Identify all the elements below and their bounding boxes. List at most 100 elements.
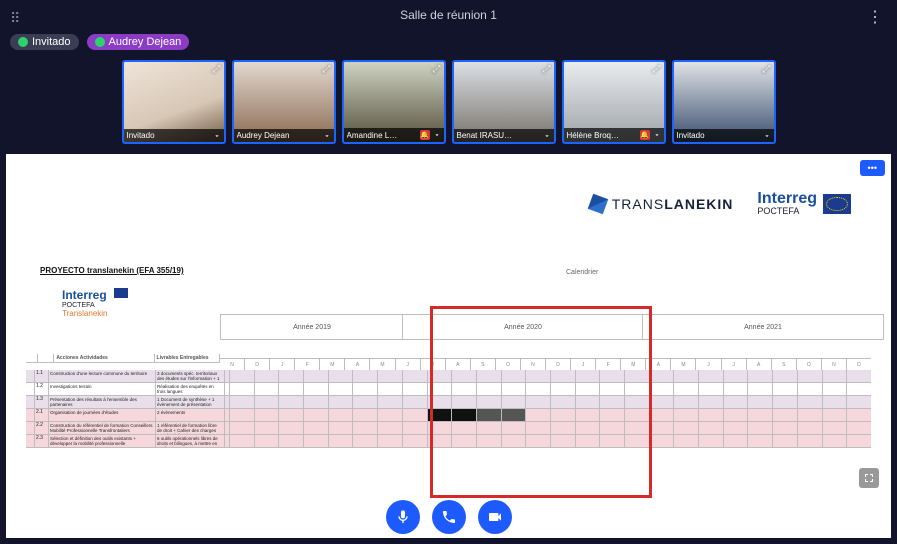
participant-strip: ⤢ Invitado ⤢Audrey Dejean⤢Amandine L…🔔⤢Ben… bbox=[0, 54, 897, 154]
axis-label bbox=[26, 409, 35, 421]
gantt-cell bbox=[451, 370, 476, 382]
gantt-cell bbox=[599, 435, 624, 447]
gantt-cell bbox=[599, 396, 624, 408]
chevron-down-icon[interactable] bbox=[763, 132, 771, 140]
gantt-cell bbox=[624, 383, 649, 395]
chevron-down-icon[interactable] bbox=[653, 131, 661, 139]
gantt-cell bbox=[303, 383, 328, 395]
row-activity: Construction du référentiel de formation… bbox=[49, 422, 156, 434]
gantt-cell bbox=[698, 370, 723, 382]
year-header: Année 2021 bbox=[642, 314, 884, 340]
gantt-cell bbox=[723, 396, 748, 408]
participant-name: Invitado bbox=[127, 131, 210, 140]
gantt-cell bbox=[747, 370, 772, 382]
gantt-cell bbox=[846, 422, 871, 434]
chevron-down-icon[interactable] bbox=[543, 132, 551, 140]
participant-tile[interactable]: ⤢ Invitado bbox=[122, 60, 226, 144]
gantt-cell bbox=[723, 409, 748, 421]
gantt-cell bbox=[501, 370, 526, 382]
row-number: 1.2 bbox=[35, 383, 49, 395]
row-number: 2.3 bbox=[35, 435, 49, 447]
participant-tile[interactable]: ⤢Benat IRASU… bbox=[452, 60, 556, 144]
tile-bar: Invitado bbox=[674, 129, 774, 142]
expand-tile-icon[interactable]: ⤢ bbox=[543, 64, 551, 75]
mute-button[interactable] bbox=[386, 500, 420, 534]
more-options-icon[interactable]: ⋮ bbox=[867, 7, 883, 27]
participant-tile[interactable]: ⤢Audrey Dejean bbox=[232, 60, 336, 144]
gantt-cell bbox=[328, 422, 353, 434]
gantt-cell bbox=[846, 435, 871, 447]
gantt-cell bbox=[822, 435, 847, 447]
gantt-rows: 1.1Construction d'une lecture commune du… bbox=[26, 370, 871, 448]
video-conference-app: ⠿ Salle de réunion 1 ⋮ Invitado Audrey D… bbox=[0, 0, 897, 544]
gantt-cell bbox=[772, 422, 797, 434]
gantt-cell bbox=[846, 370, 871, 382]
gantt-cell bbox=[599, 409, 624, 421]
gantt-cell bbox=[525, 422, 550, 434]
row-number: 2.1 bbox=[35, 409, 49, 421]
gantt-cell bbox=[427, 422, 452, 434]
gantt-row: 1.3Présentation des résultats à l'ensemb… bbox=[26, 396, 871, 409]
brand-text-a: TRANS bbox=[612, 196, 664, 212]
gantt-cell bbox=[772, 435, 797, 447]
drag-handle-icon[interactable]: ⠿ bbox=[10, 10, 20, 27]
gantt-cell bbox=[377, 435, 402, 447]
mic-active-icon bbox=[18, 37, 28, 47]
host-chip[interactable]: Audrey Dejean bbox=[87, 34, 190, 50]
gantt-cell bbox=[402, 435, 427, 447]
gantt-cell bbox=[476, 409, 501, 421]
expand-tile-icon[interactable]: ⤢ bbox=[323, 64, 331, 75]
mini-l1: Interreg bbox=[62, 288, 108, 302]
gantt-cell bbox=[451, 409, 476, 421]
expand-icon bbox=[863, 472, 875, 484]
video-button[interactable] bbox=[478, 500, 512, 534]
expand-tile-icon[interactable]: ⤢ bbox=[763, 64, 771, 75]
gantt-cell bbox=[501, 435, 526, 447]
gantt-cell bbox=[254, 370, 279, 382]
interreg-text: Interreg bbox=[757, 192, 817, 206]
row-deliverable: 3 documents spéc. territoriaux des étude… bbox=[156, 370, 225, 382]
gantt-cell bbox=[723, 422, 748, 434]
gantt-row: 2.3Sélection et définition des outils ex… bbox=[26, 435, 871, 448]
chip-label: Invitado bbox=[32, 36, 71, 48]
expand-tile-icon[interactable]: ⤢ bbox=[433, 64, 441, 75]
gantt-row: 1.1Construction d'une lecture commune du… bbox=[26, 370, 871, 383]
chevron-down-icon[interactable] bbox=[213, 132, 221, 140]
expand-tile-icon[interactable]: ⤢ bbox=[653, 64, 661, 75]
gantt-cell bbox=[229, 435, 254, 447]
participant-tile[interactable]: ⤢ Invitado bbox=[672, 60, 776, 144]
chevron-down-icon[interactable] bbox=[433, 131, 441, 139]
gantt-cell bbox=[649, 370, 674, 382]
gantt-cell bbox=[377, 370, 402, 382]
hangup-button[interactable] bbox=[432, 500, 466, 534]
chip-label: Audrey Dejean bbox=[109, 36, 182, 48]
gantt-cell bbox=[451, 396, 476, 408]
gantt-cell bbox=[723, 435, 748, 447]
expand-share-button[interactable] bbox=[859, 468, 879, 488]
gantt-cell bbox=[575, 383, 600, 395]
gantt-cell bbox=[797, 435, 822, 447]
gantt-cell bbox=[747, 422, 772, 434]
gantt-cell bbox=[772, 396, 797, 408]
gantt-cell bbox=[328, 383, 353, 395]
gantt-cell bbox=[747, 396, 772, 408]
gantt-cell bbox=[278, 370, 303, 382]
gantt-cell bbox=[303, 396, 328, 408]
gantt-cell bbox=[229, 370, 254, 382]
participant-tile[interactable]: ⤢Hélène Broq…🔔 bbox=[562, 60, 666, 144]
gantt-cell bbox=[402, 370, 427, 382]
expand-tile-icon[interactable]: ⤢ bbox=[213, 64, 221, 75]
gantt-cell bbox=[550, 435, 575, 447]
gantt-chart: Année 2019 Année 2020 Année 2021 NDJFMAM… bbox=[26, 314, 871, 530]
participant-tile[interactable]: ⤢Amandine L…🔔 bbox=[342, 60, 446, 144]
gantt-cell bbox=[550, 370, 575, 382]
guest-chip[interactable]: Invitado bbox=[10, 34, 79, 50]
row-deliverable: 1 Document de synthèse + 1 évènement de … bbox=[156, 396, 225, 408]
row-activity: Organisation de journées d'études bbox=[49, 409, 156, 421]
mic-icon bbox=[395, 509, 411, 525]
gantt-cell bbox=[303, 409, 328, 421]
gantt-cell bbox=[476, 435, 501, 447]
chevron-down-icon[interactable] bbox=[323, 132, 331, 140]
row-deliverable: 1 référentiel de formation libre de droi… bbox=[156, 422, 225, 434]
gantt-cell bbox=[402, 383, 427, 395]
